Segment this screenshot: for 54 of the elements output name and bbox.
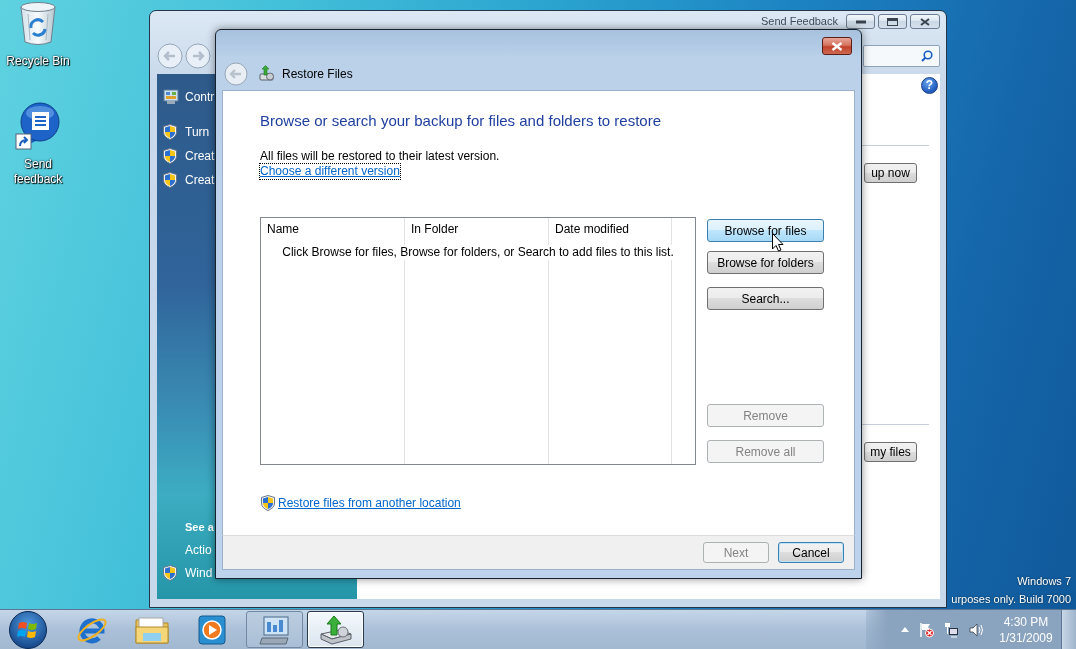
empty-list-message: Click Browse for files, Browse for folders, or Search to add files to this list.	[282, 245, 674, 260]
shield-icon	[163, 148, 177, 164]
build-info-text: Windows 7	[1016, 574, 1071, 589]
minimize-icon	[855, 19, 866, 24]
action-button[interactable]: my files	[864, 442, 917, 462]
dialog-button[interactable]: Cancel	[778, 542, 844, 563]
column-header[interactable]: Name	[261, 218, 405, 240]
maximize-icon	[887, 17, 898, 26]
speaker-icon[interactable]	[968, 621, 984, 638]
network-icon[interactable]	[943, 621, 959, 638]
taskbar-button[interactable]	[307, 611, 364, 648]
search-icon[interactable]	[921, 50, 933, 62]
flag-error-icon[interactable]	[919, 621, 934, 638]
help-button[interactable]: ?	[921, 77, 938, 94]
send-feedback-link[interactable]: Send Feedback	[760, 14, 838, 29]
sidebar-link[interactable]: Creat	[185, 148, 215, 164]
shield-icon	[163, 172, 177, 188]
column-header[interactable]: In Folder	[405, 218, 549, 240]
shield-icon	[261, 495, 275, 511]
close-button[interactable]	[910, 14, 940, 29]
dialog-button[interactable]: Browse for files	[707, 219, 824, 242]
see-also-heading: See a	[185, 520, 214, 535]
action-button[interactable]: up now	[864, 163, 917, 183]
dialog-button[interactable]: Browse for folders	[707, 251, 824, 274]
close-button[interactable]	[822, 37, 852, 55]
drive-arrow-icon	[259, 65, 276, 82]
build-info-text: urposes only. Build 7000	[951, 592, 1071, 607]
play-icon[interactable]	[195, 613, 229, 646]
speech-bubble-icon[interactable]	[15, 102, 61, 150]
dialog-title: Restore Files	[282, 65, 353, 82]
tiles-window-icon	[163, 89, 179, 105]
sidebar-link[interactable]: Contr	[185, 89, 215, 105]
shield-icon	[163, 565, 177, 581]
close-icon	[831, 41, 843, 51]
info-text: All files will be restored to their latest version.	[260, 149, 501, 164]
start-orb-icon[interactable]	[8, 609, 48, 649]
up-arrow-icon[interactable]	[901, 627, 909, 632]
search-field[interactable]	[863, 45, 940, 67]
mouse-pointer-icon	[772, 233, 784, 252]
shield-icon	[163, 124, 177, 140]
sidebar-link[interactable]: Turn	[185, 124, 210, 140]
minimize-button[interactable]	[846, 14, 875, 29]
dialog-button[interactable]: Search...	[707, 287, 824, 310]
version-link[interactable]: Choose a different version	[260, 164, 400, 179]
file-list[interactable]: Name In Folder Date modified Click Browse for files, Browse for folders, or Search to add files to this list.	[260, 217, 696, 465]
drive-arrow-icon[interactable]	[317, 613, 354, 646]
column-header[interactable]: Date modified	[549, 218, 672, 240]
show-desktop-button[interactable]	[1061, 610, 1076, 649]
close-icon	[920, 17, 930, 26]
maximize-button[interactable]	[878, 14, 907, 29]
sidebar-link[interactable]: Creat	[185, 172, 215, 188]
monitor-chart-icon[interactable]	[257, 613, 292, 646]
location-link[interactable]: Restore files from another location	[278, 495, 461, 511]
instruction-heading: Browse or search your backup for files and folders to restore	[260, 111, 663, 131]
